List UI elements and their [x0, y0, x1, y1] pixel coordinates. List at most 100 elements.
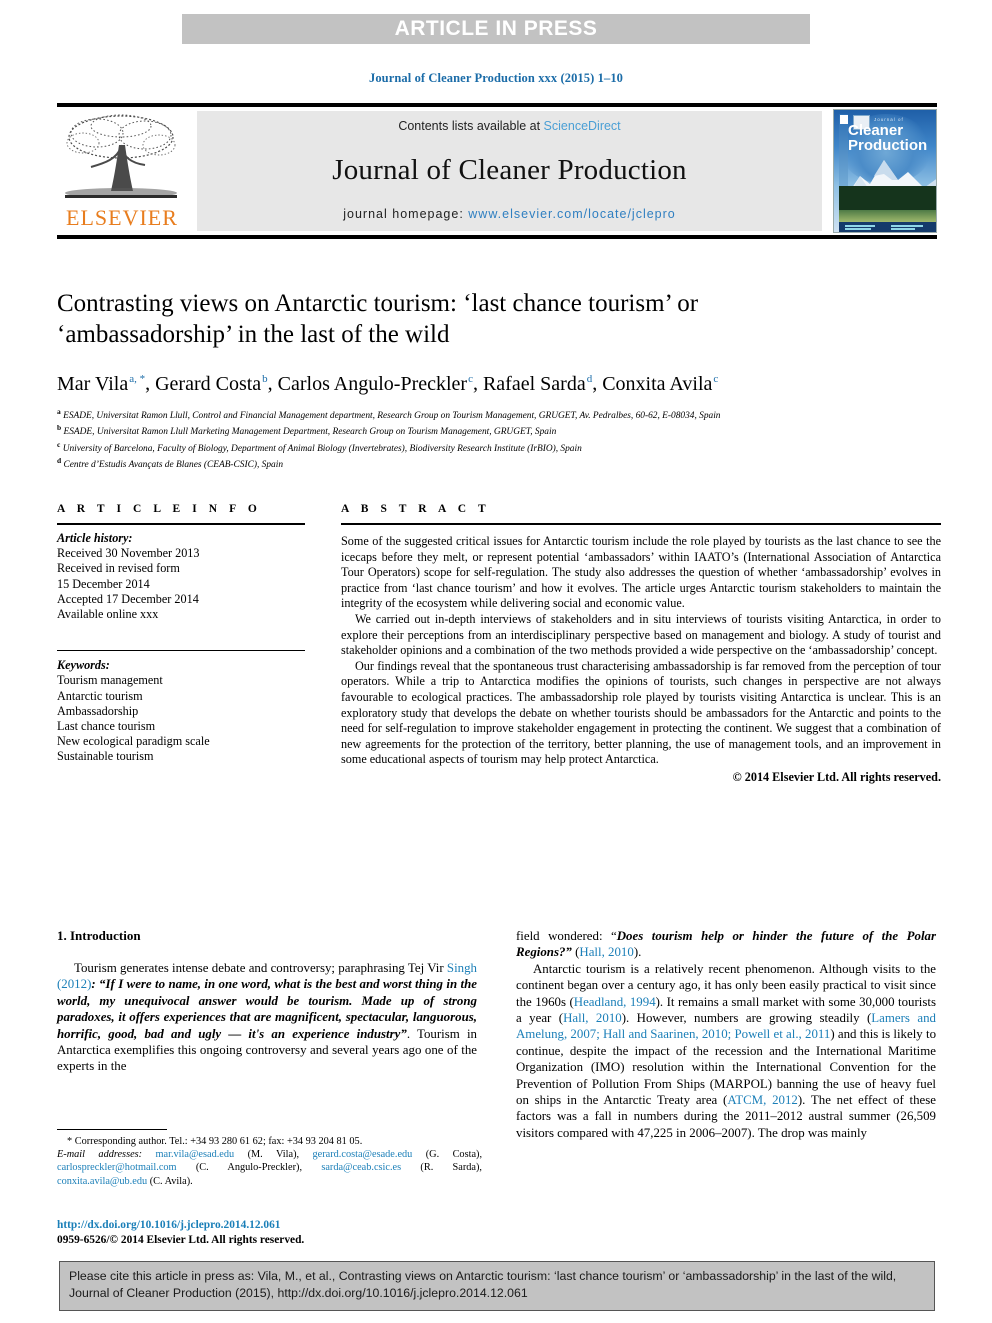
body-paragraph: Antarctic tourism is a relatively recent…: [516, 961, 936, 1141]
affiliation-text: Centre d’Estudis Avançats de Blanes (CEA…: [63, 460, 284, 471]
affiliation-mark: c: [57, 439, 61, 449]
affiliation-text: ESADE, Universitat Ramon Llull, Control …: [63, 410, 721, 421]
keyword-item: Ambassadorship: [57, 703, 139, 718]
abstract-paragraph: We carried out in-depth interviews of st…: [341, 611, 941, 658]
keyword-item: Last chance tourism: [57, 719, 156, 734]
email-addresses-label: E-mail addresses:: [57, 1149, 143, 1161]
journal-homepage-link[interactable]: www.elsevier.com/locate/jclepro: [468, 207, 675, 221]
keywords-label: Keywords:: [57, 658, 110, 673]
abstract-column: A B S T R A C T Some of the suggested cr…: [341, 503, 941, 785]
elsevier-tree-icon: [65, 114, 177, 198]
elsevier-wordmark: ELSEVIER: [66, 205, 178, 230]
citation-link[interactable]: Hall, 2010: [563, 1011, 622, 1025]
cover-elsevier-mark-icon: [840, 115, 848, 124]
elsevier-logo: ELSEVIER: [57, 109, 187, 233]
author-name: Conxita Avila: [602, 372, 713, 395]
body-text-left: Tourism generates intense debate and con…: [57, 960, 477, 1075]
author-name: Mar Vila: [57, 372, 129, 395]
keyword-item: Antarctic tourism: [57, 688, 143, 703]
author-name: Carlos Angulo-Preckler: [277, 372, 468, 395]
affiliation-text: University of Barcelona, Faculty of Biol…: [62, 443, 582, 454]
keyword-item: Sustainable tourism: [57, 749, 154, 764]
affiliation-list: a ESADE, Universitat Ramon Llull, Contro…: [57, 406, 837, 472]
affiliation-mark: a: [57, 406, 61, 416]
keywords-rule: [57, 650, 305, 652]
journal-title: Journal of Cleaner Production: [332, 153, 687, 186]
running-head: Journal of Cleaner Production xxx (2015)…: [368, 71, 624, 85]
article-history: Article history: Received 30 November 20…: [57, 531, 305, 622]
affiliation-mark: b: [57, 423, 62, 433]
doi-link[interactable]: http://dx.doi.org/10.1016/j.jclepro.2014…: [57, 1218, 304, 1233]
article-history-item: Available online xxx: [57, 607, 159, 622]
corresponding-author-note: * Corresponding author. Tel.: +34 93 280…: [67, 1136, 363, 1147]
affiliation-item: c University of Barcelona, Faculty of Bi…: [57, 439, 837, 456]
cover-footer-bar: [839, 222, 936, 232]
email-person: (C. Avila): [149, 1175, 191, 1187]
paren-close: ).: [633, 945, 642, 960]
email-link[interactable]: conxita.avila@ub.edu: [57, 1176, 147, 1187]
body-column-left: 1. Introduction Tourism generates intens…: [57, 928, 477, 1075]
author-entry: Carlos Angulo-Precklerc: [278, 373, 473, 395]
keyword-item: New ecological paradigm scale: [57, 734, 210, 749]
author-separator: ,: [267, 372, 278, 395]
abstract-body: Some of the suggested critical issues fo…: [341, 534, 941, 768]
article-history-item: Accepted 17 December 2014: [57, 591, 199, 606]
author-separator: ,: [472, 372, 483, 395]
contents-available-line: Contents lists available at ScienceDirec…: [398, 119, 620, 133]
article-history-label: Article history:: [57, 531, 133, 545]
body-column-right: field wondered: “Does tourism help or hi…: [516, 928, 936, 1141]
article-in-press-label: ARTICLE IN PRESS: [394, 17, 598, 40]
abstract-paragraph: Our findings reveal that the spontaneous…: [341, 658, 941, 767]
cover-field: [839, 210, 936, 222]
paragraph-lead: Tourism generates intense debate and con…: [74, 961, 447, 975]
citation-link[interactable]: Hall, 2010: [579, 945, 633, 959]
abstract-paragraph: Some of the suggested critical issues fo…: [341, 534, 941, 611]
author-affiliation-mark: a, *: [129, 373, 146, 385]
journal-homepage-line: journal homepage: www.elsevier.com/locat…: [343, 207, 676, 221]
email-link[interactable]: carlospreckler@hotmail.com: [57, 1162, 177, 1173]
body-text-right: field wondered: “Does tourism help or hi…: [516, 928, 936, 1141]
citation-link[interactable]: Headland, 1994: [574, 995, 656, 1009]
keywords-block: Keywords: Tourism management Antarctic t…: [57, 658, 305, 764]
homepage-prefix: journal homepage:: [343, 207, 469, 221]
section-title-introduction: 1. Introduction: [57, 928, 141, 943]
journal-masthead: ELSEVIER Contents lists available at Sci…: [57, 103, 937, 239]
body-paragraph: field wondered: “Does tourism help or hi…: [516, 928, 936, 961]
email-person: (G. Costa): [425, 1149, 480, 1161]
body-paragraph: Tourism generates intense debate and con…: [57, 960, 477, 1075]
keyword-item: Tourism management: [57, 673, 163, 688]
author-entry: Conxita Avilac: [602, 373, 718, 395]
email-link[interactable]: mar.vila@esad.edu: [156, 1149, 235, 1160]
article-history-item: Received in revised form: [57, 561, 180, 576]
affiliation-item: d Centre d’Estudis Avançats de Blanes (C…: [57, 455, 837, 472]
journal-cover-thumbnail: Journal of Cleaner Production: [833, 109, 937, 233]
article-info-column: A R T I C L E I N F O Article history: R…: [57, 503, 305, 765]
article-history-item: 15 December 2014: [57, 576, 150, 591]
email-link[interactable]: gerard.costa@esade.edu: [313, 1149, 413, 1160]
contents-prefix: Contents lists available at: [398, 119, 544, 133]
sciencedirect-link[interactable]: ScienceDirect: [544, 119, 621, 133]
article-in-press-banner: ARTICLE IN PRESS: [182, 14, 810, 44]
cover-main-title: Cleaner Production: [848, 122, 928, 154]
doi-block: http://dx.doi.org/10.1016/j.jclepro.2014…: [57, 1218, 304, 1248]
please-cite-box: Please cite this article in press as: Vi…: [59, 1261, 935, 1311]
abstract-heading: A B S T R A C T: [341, 503, 491, 515]
article-info-heading: A R T I C L E I N F O: [57, 503, 262, 515]
affiliation-mark: d: [57, 456, 62, 466]
author-entry: Mar Vilaa, *: [57, 373, 145, 395]
email-link[interactable]: sarda@ceab.csic.es: [321, 1162, 401, 1173]
cover-forest: [839, 186, 936, 212]
author-name: Rafael Sarda: [482, 372, 586, 395]
citation-link[interactable]: ATCM, 2012: [727, 1093, 798, 1107]
paragraph-lead: field wondered: “: [516, 929, 617, 943]
affiliation-item: b ESADE, Universitat Ramon Llull Marketi…: [57, 422, 837, 439]
affiliation-item: a ESADE, Universitat Ramon Llull, Contro…: [57, 406, 837, 423]
title-block: Contrasting views on Antarctic tourism: …: [57, 288, 867, 472]
affiliation-text: ESADE, Universitat Ramon Llull Marketing…: [63, 427, 557, 438]
author-affiliation-mark: c: [713, 373, 719, 385]
footnote-block: * Corresponding author. Tel.: +34 93 280…: [57, 1129, 482, 1188]
abstract-copyright: © 2014 Elsevier Ltd. All rights reserved…: [732, 769, 941, 784]
article-history-item: Received 30 November 2013: [57, 546, 200, 561]
email-person: (M. Vila): [247, 1149, 297, 1161]
